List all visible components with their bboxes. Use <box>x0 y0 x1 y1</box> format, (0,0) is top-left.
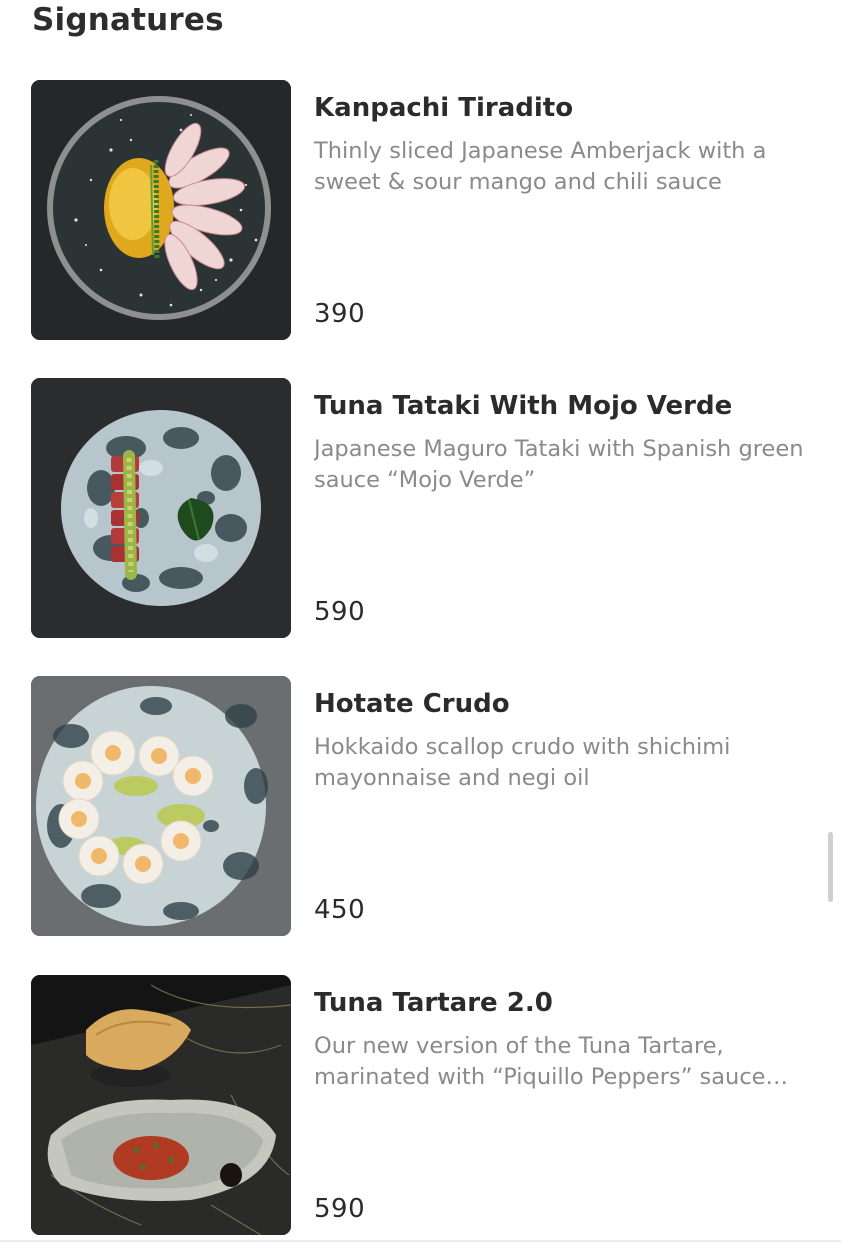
item-name[interactable]: Hotate Crudo <box>314 687 814 721</box>
dish-photo[interactable] <box>31 378 291 638</box>
menu-item[interactable]: Kanpachi Tiradito Thinly sliced Japanese… <box>0 80 841 340</box>
dish-photo[interactable] <box>31 80 291 340</box>
dish-photo[interactable] <box>31 975 291 1235</box>
item-name[interactable]: Tuna Tartare 2.0 <box>314 986 814 1020</box>
scrollbar[interactable] <box>828 832 833 902</box>
item-description: Our new version of the Tuna Tartare, mar… <box>314 1033 789 1090</box>
item-description: Hokkaido scallop crudo with shichimi may… <box>314 734 731 791</box>
item-price: 590 <box>314 597 366 627</box>
section-title: Signatures <box>32 2 224 38</box>
item-description: Thinly sliced Japanese Amberjack with a … <box>314 138 767 195</box>
item-price: 590 <box>314 1194 366 1224</box>
menu-item[interactable]: Hotate Crudo Hokkaido scallop crudo with… <box>0 676 841 936</box>
item-price: 390 <box>314 299 366 329</box>
item-description: Japanese Maguro Tataki with Spanish gree… <box>314 436 804 493</box>
menu-item[interactable]: Tuna Tataki With Mojo Verde Japanese Mag… <box>0 378 841 638</box>
dish-photo[interactable] <box>31 676 291 936</box>
menu-item[interactable]: Tuna Tartare 2.0 Our new version of the … <box>0 975 841 1235</box>
item-name[interactable]: Tuna Tataki With Mojo Verde <box>314 389 814 423</box>
divider <box>0 1240 841 1242</box>
item-name[interactable]: Kanpachi Tiradito <box>314 91 814 125</box>
item-price: 450 <box>314 895 366 925</box>
